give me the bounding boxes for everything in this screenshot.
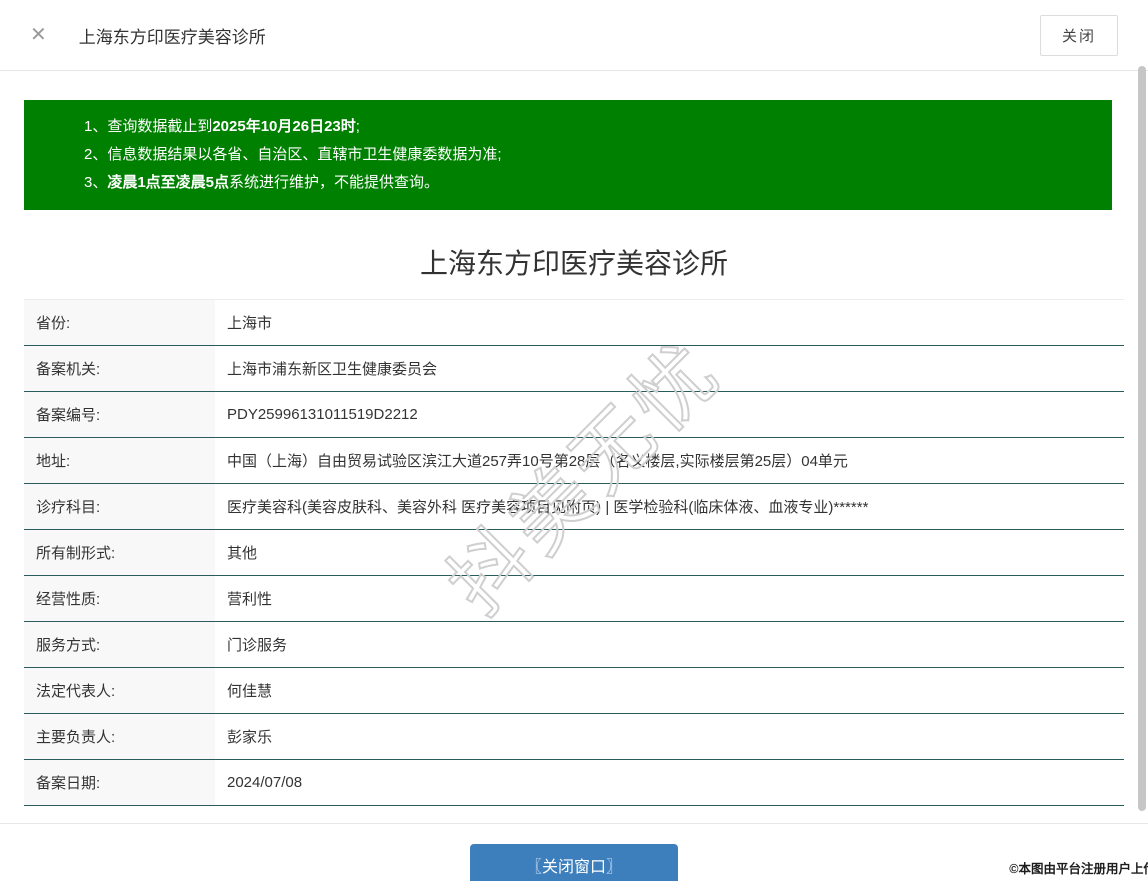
notice-text: 系统进行维护，不能提供查询。 (229, 174, 440, 191)
row-label: 备案机关: (24, 346, 215, 391)
table-row: 主要负责人: 彭家乐 (24, 714, 1124, 760)
table-row: 备案编号: PDY25996131011519D2212 (24, 392, 1124, 438)
row-value: 营利性 (215, 576, 1124, 621)
notice-text: 2、信息数据结果以各省、自治区、直辖市卫生健康委数据为准; (84, 146, 502, 163)
table-row: 所有制形式: 其他 (24, 530, 1124, 576)
row-value: 何佳慧 (215, 668, 1124, 713)
row-value: 中国（上海）自由贸易试验区滨江大道257弄10号第28层（名义楼层,实际楼层第2… (215, 438, 1124, 483)
notice-line: 3、凌晨1点至凌晨5点系统进行维护，不能提供查询。 (84, 169, 1092, 197)
notice-text: 1、查询数据截止到 (84, 118, 213, 135)
row-label: 经营性质: (24, 576, 215, 621)
copyright-note: ©本图由平台注册用户上传 (1009, 862, 1148, 876)
row-value: 上海市浦东新区卫生健康委员会 (215, 346, 1124, 391)
table-row: 经营性质: 营利性 (24, 576, 1124, 622)
close-button[interactable]: 关闭 (1039, 14, 1118, 56)
notice-bold-text: 凌晨1点至凌晨5点 (107, 174, 230, 191)
notice-line: 2、信息数据结果以各省、自治区、直辖市卫生健康委数据为准; (84, 141, 1092, 169)
vertical-scrollbar[interactable] (1138, 66, 1146, 811)
row-value: 其他 (215, 530, 1124, 575)
table-row: 省份: 上海市 (24, 300, 1124, 346)
header-bar: ✕ 上海东方印医疗美容诊所 关闭 (0, 0, 1148, 71)
row-label: 备案日期: (24, 760, 215, 805)
window-title: 上海东方印医疗美容诊所 (78, 27, 266, 47)
notice-line: 1、查询数据截止到2025年10月26日23时; (84, 113, 1092, 141)
notice-text: ; (355, 118, 360, 135)
row-label: 地址: (24, 438, 215, 483)
row-label: 诊疗科目: (24, 484, 215, 529)
table-row: 备案机关: 上海市浦东新区卫生健康委员会 (24, 346, 1124, 392)
row-label: 主要负责人: (24, 714, 215, 759)
row-value: 医疗美容科(美容皮肤科、美容外科 医疗美容项目见附页) | 医学检验科(临床体液… (215, 484, 1124, 529)
info-table: 省份: 上海市 备案机关: 上海市浦东新区卫生健康委员会 备案编号: PDY25… (24, 299, 1124, 806)
row-value: 彭家乐 (215, 714, 1124, 759)
table-row: 诊疗科目: 医疗美容科(美容皮肤科、美容外科 医疗美容项目见附页) | 医学检验… (24, 484, 1124, 530)
table-row: 法定代表人: 何佳慧 (24, 668, 1124, 714)
row-value: PDY25996131011519D2212 (215, 392, 1124, 437)
notice-banner: 1、查询数据截止到2025年10月26日23时; 2、信息数据结果以各省、自治区… (24, 100, 1112, 210)
row-label: 所有制形式: (24, 530, 215, 575)
notice-bold-text: 2025年10月26日23时 (212, 118, 356, 135)
table-row: 地址: 中国（上海）自由贸易试验区滨江大道257弄10号第28层（名义楼层,实际… (24, 438, 1124, 484)
row-label: 备案编号: (24, 392, 215, 437)
row-value: 门诊服务 (215, 622, 1124, 667)
footer: 〖关闭窗口〗 (0, 823, 1148, 881)
table-row: 服务方式: 门诊服务 (24, 622, 1124, 668)
close-window-button[interactable]: 〖关闭窗口〗 (469, 844, 678, 881)
row-label: 省份: (24, 300, 215, 345)
notice-text: 3、 (84, 174, 108, 191)
row-value: 上海市 (215, 300, 1124, 345)
row-value: 2024/07/08 (215, 760, 1124, 805)
table-row: 备案日期: 2024/07/08 (24, 760, 1124, 806)
row-label: 法定代表人: (24, 668, 215, 713)
close-x-icon[interactable]: ✕ (30, 25, 47, 45)
page-title: 上海东方印医疗美容诊所 (419, 248, 728, 279)
row-label: 服务方式: (24, 622, 215, 667)
